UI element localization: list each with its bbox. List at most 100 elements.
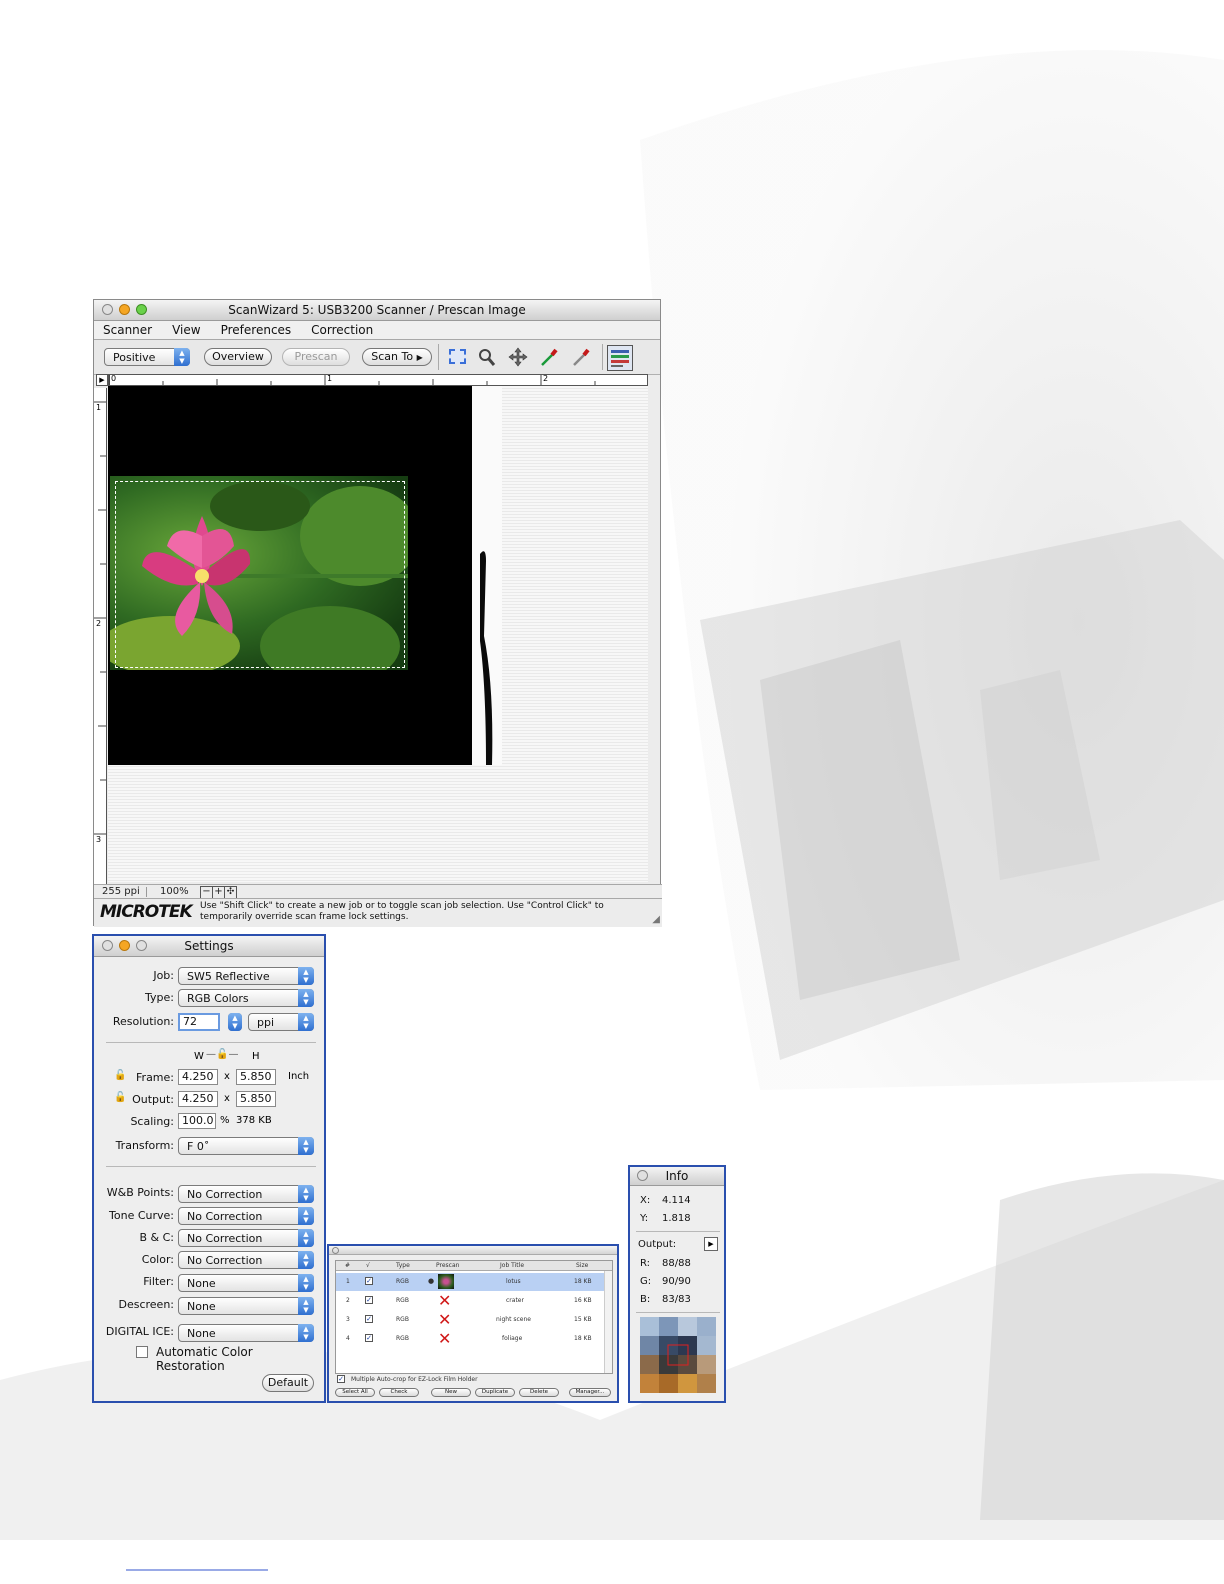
row-type: RGB (396, 1316, 409, 1323)
default-button[interactable]: Default (262, 1374, 314, 1392)
close-button[interactable] (637, 1170, 648, 1181)
col-num[interactable]: # (345, 1262, 350, 1269)
resolution-input[interactable]: 72 (178, 1013, 220, 1031)
menu-view[interactable]: View (172, 321, 200, 339)
scrollbar[interactable] (604, 1271, 612, 1373)
close-button[interactable] (332, 1247, 339, 1254)
prescan-area[interactable]: ▶ 0 1 2 1 2 3 (94, 374, 662, 888)
col-size[interactable]: Size (576, 1262, 588, 1269)
frame-unit[interactable]: Inch (288, 1071, 309, 1082)
prescan-image[interactable] (108, 386, 472, 765)
mode-popup[interactable]: Positive ▲ ▼ (104, 348, 190, 366)
minimize-button[interactable] (119, 304, 130, 315)
output-disclosure-button[interactable]: ▶ (704, 1237, 718, 1251)
prescan-window-titlebar[interactable]: ScanWizard 5: USB3200 Scanner / Prescan … (94, 300, 660, 321)
resize-grip-icon[interactable]: ◢ (652, 914, 660, 925)
menu-bar: Scanner View Preferences Correction (94, 321, 660, 340)
select-all-button[interactable]: Select All (335, 1388, 375, 1397)
job-popup[interactable]: SW5 Reflective ▲ ▼ (178, 967, 314, 985)
eyedropper-icon[interactable] (570, 346, 592, 368)
ruler-corner[interactable]: ▶ (96, 374, 108, 386)
link-lock-icon[interactable]: —🔓— (206, 1049, 238, 1060)
frame-width-input[interactable]: 4.250 (178, 1069, 218, 1085)
multi-autocrop-checkbox[interactable]: ✓ (337, 1375, 345, 1383)
digital-ice-popup[interactable]: None ▲ ▼ (178, 1324, 314, 1342)
prescan-button[interactable]: Prescan (282, 348, 350, 366)
divider (636, 1312, 720, 1313)
transform-popup[interactable]: F 0˚ ▲ ▼ (178, 1137, 314, 1155)
check-button[interactable]: Check (379, 1388, 419, 1397)
manager-button[interactable]: Manager... (569, 1388, 611, 1397)
close-button[interactable] (102, 304, 113, 315)
settings-panel-icon[interactable] (607, 345, 633, 371)
eyedropper-icon[interactable] (538, 346, 560, 368)
bc-popup[interactable]: No Correction ▲ ▼ (178, 1229, 314, 1247)
duplicate-button[interactable]: Duplicate (475, 1388, 515, 1397)
row-title: lotus (506, 1278, 521, 1285)
overview-button[interactable]: Overview (204, 348, 272, 366)
col-type[interactable]: Type (396, 1262, 410, 1269)
table-row[interactable]: 1 ✓ RGB ● lotus 18 KB (336, 1273, 604, 1291)
row-checkbox[interactable]: ✓ (365, 1277, 373, 1285)
menu-correction[interactable]: Correction (311, 321, 373, 339)
scaling-unit: % (220, 1115, 230, 1126)
color-popup[interactable]: No Correction ▲ ▼ (178, 1251, 314, 1269)
tone-curve-value: No Correction (187, 1210, 263, 1223)
menu-scanner[interactable]: Scanner (103, 321, 152, 339)
row-size: 15 KB (574, 1316, 592, 1323)
menu-preferences[interactable]: Preferences (221, 321, 292, 339)
divider (106, 1042, 316, 1043)
hint-text: Use "Shift Click" to create a new job or… (200, 901, 604, 922)
new-button[interactable]: New (431, 1388, 471, 1397)
output-height-input[interactable]: 5.850 (236, 1091, 276, 1107)
acr-label[interactable]: Automatic Color Restoration (156, 1345, 324, 1373)
wb-points-popup[interactable]: No Correction ▲ ▼ (178, 1185, 314, 1203)
ruler-label: 3 (96, 835, 102, 844)
popup-arrows-icon: ▲ ▼ (298, 1137, 314, 1155)
type-popup[interactable]: RGB Colors ▲ ▼ (178, 989, 314, 1007)
info-titlebar[interactable]: Info (630, 1167, 724, 1186)
type-label: Type: (145, 991, 174, 1004)
tone-curve-popup[interactable]: No Correction ▲ ▼ (178, 1207, 314, 1225)
x-value: 4.114 (662, 1195, 691, 1206)
y-value: 1.818 (662, 1213, 691, 1224)
frame-height-input[interactable]: 5.850 (236, 1069, 276, 1085)
settings-window: Settings Job: SW5 Reflective ▲ ▼ Type: RG… (92, 934, 326, 1403)
resolution-unit-popup[interactable]: ppi ▲ ▼ (248, 1013, 314, 1031)
job-list-titlebar[interactable] (329, 1246, 617, 1255)
col-prescan[interactable]: Prescan (436, 1262, 459, 1269)
table-row[interactable]: 4 ✓ RGB ✕ foliage 18 KB (336, 1330, 604, 1348)
popup-arrows-icon: ▲ ▼ (298, 1324, 314, 1342)
delete-button[interactable]: Delete (519, 1388, 559, 1397)
row-checkbox[interactable]: ✓ (365, 1334, 373, 1342)
row-num: 4 (346, 1335, 350, 1342)
descreen-popup[interactable]: None ▲ ▼ (178, 1297, 314, 1315)
col-job-title[interactable]: Job Title (500, 1262, 524, 1269)
magnifier-icon[interactable] (476, 346, 498, 368)
digital-ice-value: None (187, 1327, 216, 1340)
resolution-stepper[interactable]: ▲ ▼ (228, 1013, 242, 1031)
multi-autocrop-label[interactable]: Multiple Auto-crop for EZ-Lock Film Hold… (351, 1376, 478, 1383)
close-button[interactable] (102, 940, 113, 951)
scan-frame-selection[interactable] (115, 481, 405, 668)
minimize-button[interactable] (119, 940, 130, 951)
zoom-button[interactable] (136, 304, 147, 315)
scaling-input[interactable]: 100.0 (178, 1113, 216, 1129)
popup-arrows-icon: ▲ ▼ (174, 348, 190, 366)
table-row[interactable]: 2 ✓ RGB ✕ crater 16 KB (336, 1292, 604, 1310)
scan-bed[interactable] (108, 386, 648, 882)
scan-to-button[interactable]: Scan To ▶ (362, 348, 432, 366)
table-row[interactable]: 3 ✓ RGB ✕ night scene 15 KB (336, 1311, 604, 1329)
zoom-button[interactable] (136, 940, 147, 951)
prescan-thumbnail[interactable] (438, 1274, 454, 1289)
move-icon[interactable] (507, 346, 529, 368)
filter-popup[interactable]: None ▲ ▼ (178, 1274, 314, 1292)
row-checkbox[interactable]: ✓ (365, 1296, 373, 1304)
b-label: B: (640, 1294, 651, 1305)
marquee-icon[interactable] (446, 346, 468, 368)
settings-titlebar[interactable]: Settings (94, 936, 324, 957)
col-check[interactable]: √ (366, 1262, 370, 1269)
row-checkbox[interactable]: ✓ (365, 1315, 373, 1323)
output-width-input[interactable]: 4.250 (178, 1091, 218, 1107)
acr-checkbox[interactable] (136, 1346, 148, 1358)
